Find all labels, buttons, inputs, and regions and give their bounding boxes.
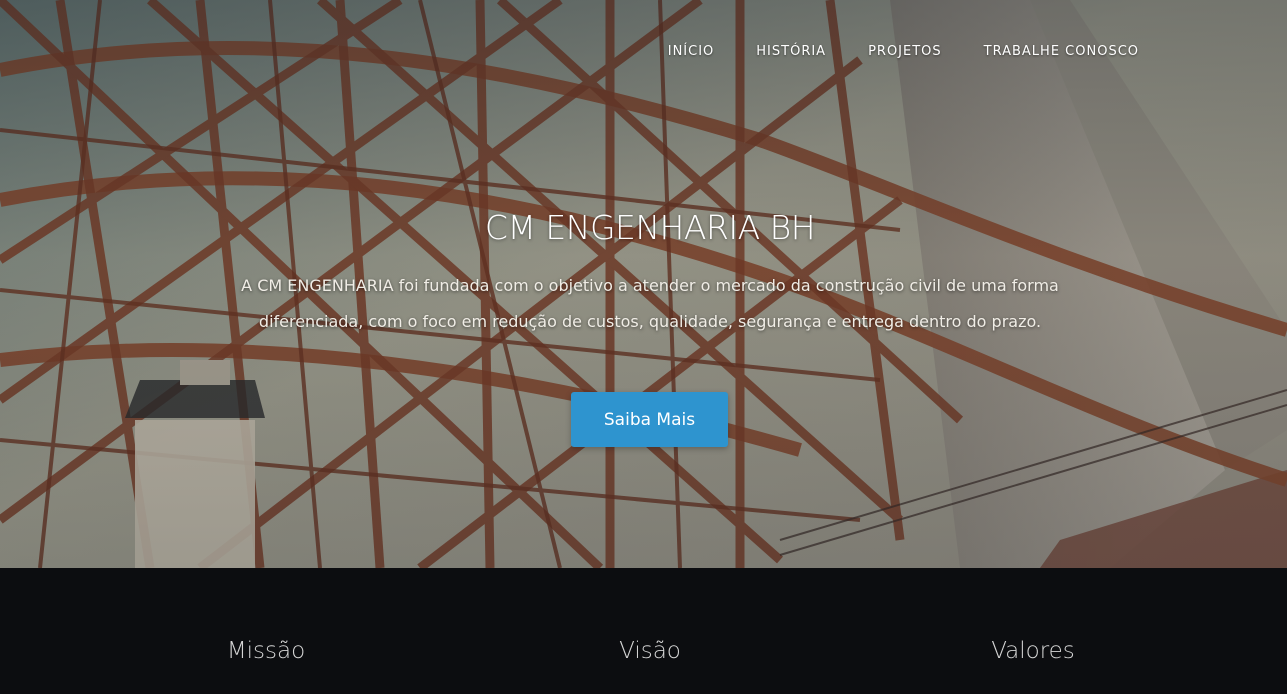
hero-description: A CM ENGENHARIA foi fundada com o objeti… <box>241 276 1059 331</box>
hero-title: CM ENGENHARIA BH <box>484 208 816 247</box>
nav-item-projetos[interactable]: PROJETOS <box>847 42 963 61</box>
nav-item-historia[interactable]: HISTÓRIA <box>735 42 847 61</box>
nav-item-inicio[interactable]: INÍCIO <box>647 42 736 61</box>
hero-section: INÍCIO HISTÓRIA PROJETOS TRABALHE CONOSC… <box>0 0 1287 568</box>
saiba-mais-button[interactable]: Saiba Mais <box>571 392 728 447</box>
nav-item-trabalhe-conosco[interactable]: TRABALHE CONOSCO <box>963 42 1160 61</box>
main-nav: INÍCIO HISTÓRIA PROJETOS TRABALHE CONOSC… <box>647 42 1160 61</box>
mission-vision-values-section: Missão Visão Valores <box>0 568 1287 694</box>
mission-heading: Missão <box>226 638 306 664</box>
values-heading: Valores <box>991 638 1075 664</box>
vision-heading: Visão <box>619 638 681 664</box>
